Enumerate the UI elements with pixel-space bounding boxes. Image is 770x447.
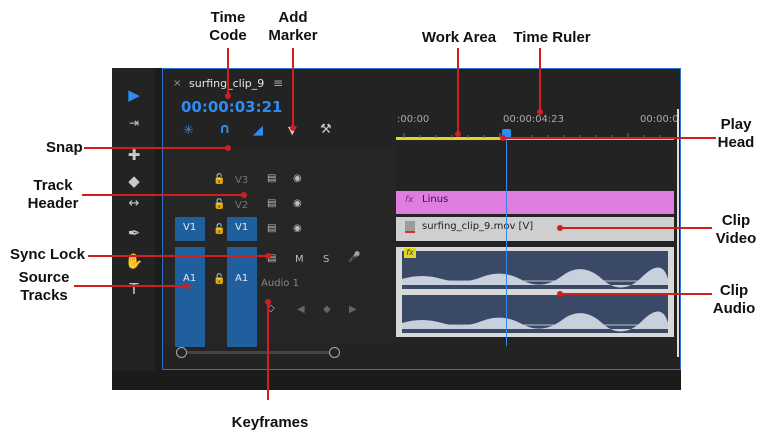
callout-sync-lock: Sync Lock	[10, 246, 86, 263]
callout-time-ruler: Time Ruler	[513, 29, 591, 46]
callout-snap: Snap	[46, 139, 83, 156]
callout-source-tracks: Source Tracks	[18, 269, 70, 304]
callout-time-code: Time Code	[209, 9, 247, 44]
callout-clip-video: Clip Video	[715, 212, 757, 247]
callout-add-marker: Add Marker	[268, 9, 318, 44]
callout-track-header: Track Header	[27, 177, 79, 212]
callout-clip-audio: Clip Audio	[712, 282, 756, 317]
leader-lines	[74, 48, 716, 400]
callout-keyframes: Keyframes	[231, 414, 309, 431]
callout-play-head: Play Head	[717, 116, 755, 151]
callout-work-area: Work Area	[421, 29, 497, 46]
